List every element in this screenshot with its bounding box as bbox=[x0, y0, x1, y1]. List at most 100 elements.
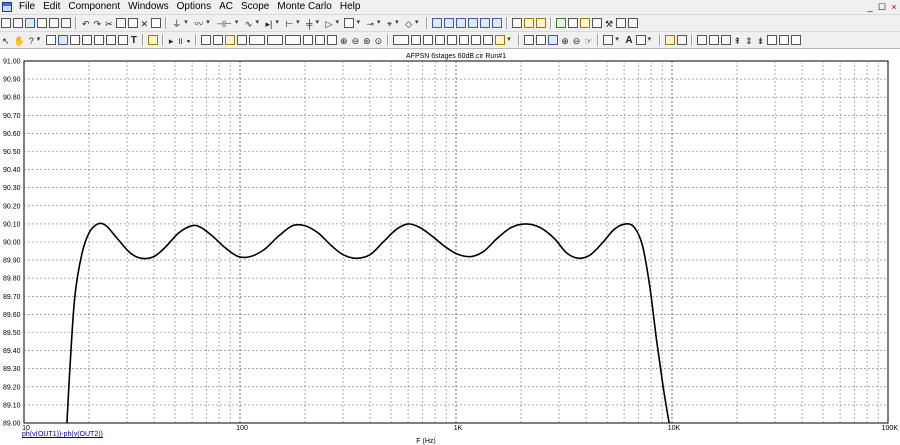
zoom-in-toolbar-icon[interactable]: ⊕ bbox=[560, 35, 570, 46]
tile-vertical-icon[interactable] bbox=[456, 18, 467, 28]
separate-plots-icon[interactable] bbox=[303, 35, 314, 45]
hand-pointer-icon[interactable]: ☞ bbox=[583, 35, 593, 46]
low-icon[interactable] bbox=[471, 35, 482, 45]
model-program-icon[interactable] bbox=[556, 18, 567, 28]
global-high-icon[interactable] bbox=[495, 35, 506, 45]
chevron-down-icon[interactable]: ▾ bbox=[206, 18, 213, 28]
chevron-down-icon[interactable]: ▾ bbox=[316, 18, 323, 28]
font-color-icon[interactable] bbox=[635, 35, 646, 45]
capacitor-component-icon[interactable]: ⊣⊢ bbox=[215, 18, 233, 29]
inflection-icon[interactable] bbox=[483, 35, 494, 45]
stepping-icon[interactable] bbox=[315, 35, 326, 45]
chevron-down-icon[interactable]: ▾ bbox=[275, 18, 282, 28]
align-center-icon[interactable] bbox=[708, 35, 719, 45]
chevron-down-icon[interactable]: ▾ bbox=[415, 18, 422, 28]
chevron-down-icon[interactable]: ▾ bbox=[235, 18, 242, 28]
series-label[interactable]: ph(v(OUT1))-ph(v(OUT2)) bbox=[22, 431, 103, 438]
calculator-icon[interactable] bbox=[492, 18, 503, 28]
open-file-icon[interactable] bbox=[13, 18, 23, 28]
cursor-mode-icon[interactable] bbox=[393, 35, 410, 45]
info-mode-icon[interactable] bbox=[45, 35, 56, 45]
stop-icon[interactable]: ▪ bbox=[186, 35, 191, 46]
line-style-icon[interactable] bbox=[603, 35, 614, 45]
transistor-component-icon[interactable]: ⊢ bbox=[284, 18, 294, 29]
high-icon[interactable] bbox=[459, 35, 470, 45]
distribute-icon[interactable] bbox=[767, 35, 778, 45]
horizontal-tag-icon[interactable] bbox=[69, 35, 80, 45]
plot-properties-icon[interactable] bbox=[616, 18, 627, 28]
undo-icon[interactable]: ↶ bbox=[81, 18, 91, 29]
scale-mode-icon[interactable] bbox=[117, 35, 128, 45]
zoom-out-icon[interactable]: ⊖ bbox=[351, 35, 361, 46]
fill-icon[interactable] bbox=[664, 35, 675, 45]
chevron-down-icon[interactable]: ▾ bbox=[296, 18, 303, 28]
tokens-icon[interactable] bbox=[237, 35, 248, 45]
align-right-icon[interactable] bbox=[720, 35, 731, 45]
menu-scope[interactable]: Scope bbox=[237, 0, 273, 14]
menu-help[interactable]: Help bbox=[336, 0, 365, 14]
point-tag-icon[interactable] bbox=[57, 35, 68, 45]
run-icon[interactable]: ▸ bbox=[168, 35, 175, 46]
select-all-icon[interactable] bbox=[151, 18, 162, 28]
ungroup-icon[interactable] bbox=[791, 35, 802, 45]
chevron-down-icon[interactable]: ▾ bbox=[335, 18, 342, 28]
tools-icon[interactable]: ⚒ bbox=[604, 18, 614, 29]
zoom-window-icon[interactable]: ⊙ bbox=[374, 35, 384, 46]
delete-icon[interactable]: ✕ bbox=[140, 18, 150, 29]
properties-icon[interactable] bbox=[524, 35, 535, 45]
restore-button[interactable]: ☐ bbox=[876, 2, 888, 13]
phase-chart[interactable]: 89.00 89.10 89.20 89.30 89.40 89.50 89.60 89.70… bbox=[0, 49, 900, 445]
cut-icon[interactable]: ✂ bbox=[104, 18, 114, 29]
zoom-out-toolbar-icon[interactable]: ⊖ bbox=[572, 35, 582, 46]
align-middle-icon[interactable]: ⇕ bbox=[744, 35, 754, 46]
chevron-down-icon[interactable]: ▾ bbox=[395, 18, 402, 28]
new-file-icon[interactable] bbox=[1, 18, 11, 28]
minimize-button[interactable]: _ bbox=[864, 2, 876, 13]
inductor-component-icon[interactable]: ∿ bbox=[244, 18, 254, 29]
chevron-down-icon[interactable]: ▾ bbox=[648, 35, 655, 45]
animate-icon[interactable] bbox=[536, 35, 547, 45]
opamp-component-icon[interactable]: ▷ bbox=[325, 18, 334, 29]
print-preview-icon[interactable] bbox=[49, 18, 59, 28]
hook-icon[interactable] bbox=[592, 18, 603, 28]
graphics-mode-icon[interactable] bbox=[105, 35, 116, 45]
menu-component[interactable]: Component bbox=[64, 0, 124, 14]
app-icon[interactable] bbox=[2, 2, 12, 12]
macro-component-icon[interactable]: ⌖ bbox=[386, 18, 393, 29]
select-mode-icon[interactable]: ↖ bbox=[1, 35, 11, 46]
minor-grid-icon[interactable] bbox=[267, 35, 284, 45]
zoom-region-icon[interactable] bbox=[327, 35, 338, 45]
flag-icon[interactable] bbox=[147, 35, 158, 45]
copy-icon[interactable] bbox=[115, 18, 126, 28]
chevron-down-icon[interactable]: ▾ bbox=[356, 18, 363, 28]
ground-component-icon[interactable]: ⏚ bbox=[171, 18, 182, 29]
switch-component-icon[interactable]: ⊸ bbox=[365, 18, 375, 29]
menu-monte-carlo[interactable]: Monte Carlo bbox=[273, 0, 335, 14]
auto-scale-icon[interactable] bbox=[201, 35, 212, 45]
print-icon[interactable] bbox=[61, 18, 71, 28]
font-tool-icon[interactable]: A bbox=[624, 35, 633, 46]
window-icon[interactable] bbox=[480, 18, 491, 28]
right-cursor-icon[interactable] bbox=[423, 35, 434, 45]
save-all-icon[interactable] bbox=[37, 18, 47, 28]
chevron-down-icon[interactable]: ▾ bbox=[377, 18, 384, 28]
component-editor-icon[interactable] bbox=[524, 18, 535, 28]
zoom-fit-icon[interactable]: ⊛ bbox=[362, 35, 372, 46]
label-icon[interactable] bbox=[676, 35, 687, 45]
menu-edit[interactable]: Edit bbox=[39, 0, 64, 14]
pause-icon[interactable]: ॥ bbox=[176, 35, 183, 46]
close-button[interactable]: × bbox=[888, 2, 900, 13]
performance-tag-icon[interactable] bbox=[93, 35, 104, 45]
align-left-icon[interactable] bbox=[696, 35, 707, 45]
chevron-down-icon[interactable]: ▾ bbox=[507, 35, 514, 45]
page-icon[interactable] bbox=[548, 35, 559, 45]
help-mode-icon[interactable]: ? bbox=[28, 35, 35, 46]
source-component-icon[interactable] bbox=[344, 18, 355, 28]
menu-windows[interactable]: Windows bbox=[124, 0, 173, 14]
battery-component-icon[interactable]: ╪ bbox=[305, 18, 313, 29]
paste-icon[interactable] bbox=[127, 18, 138, 28]
tile-icon[interactable] bbox=[468, 18, 479, 28]
cascade-windows-icon[interactable] bbox=[432, 18, 443, 28]
menu-ac[interactable]: AC bbox=[215, 0, 237, 14]
shape-editor-icon[interactable] bbox=[536, 18, 547, 28]
